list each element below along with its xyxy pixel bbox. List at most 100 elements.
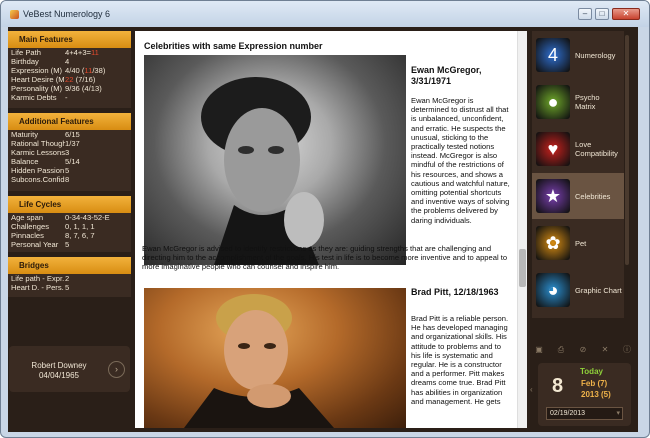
chevron-down-icon[interactable]: ▾	[616, 408, 620, 419]
feature-row: Balance 5/14	[8, 157, 131, 166]
feature-row: Karmic Debts -	[8, 93, 131, 102]
feature-label: Maturity	[11, 130, 39, 139]
feature-value: 5	[65, 166, 69, 175]
bottom-toolbar: ▣ ⎙ ⊘ ✕ ⓘ	[532, 342, 632, 358]
numerology-icon: 4	[536, 38, 570, 72]
nav-item-love-compatibility[interactable]: ♥ Love Compatibility	[532, 126, 624, 172]
celebrity-name: Brad Pitt, 12/18/1963	[411, 287, 499, 297]
feature-row: Subcons.Confid. 8	[8, 175, 131, 184]
nav-item-label: Numerology	[575, 50, 616, 60]
today-panel: ‹ Today 8 Feb (7) 2013 (5) 02/19/2013 ▾	[530, 363, 631, 426]
nav-scrollbar[interactable]	[624, 31, 630, 318]
feature-value: 4+4+3=11	[65, 48, 99, 57]
feature-label: Karmic Lessons	[11, 148, 65, 157]
feature-value-part: 4/40 (	[65, 66, 85, 75]
feature-row: Age span 0-34-43-52-E	[8, 213, 131, 222]
main-features-list: Life Path 4+4+3=11 Birthday 4 Expression (M)…	[8, 48, 131, 102]
today-day: 8	[552, 375, 564, 397]
feature-row: Challenges 0, 1, 1, 1	[8, 222, 131, 231]
feature-row: Karmic Lessons 3	[8, 148, 131, 157]
feature-row: Personality (M) 9/36 (4/13)	[8, 84, 131, 93]
feature-value-part: -	[65, 93, 68, 102]
feature-row: Pinnacles 8, 7, 6, 7	[8, 231, 131, 240]
feature-value-part: 8, 7, 6, 7	[65, 231, 95, 240]
feature-value: -	[65, 93, 68, 102]
additional-features-panel: Additional Features Maturity 6/15 Rational…	[8, 113, 131, 191]
date-value: 02/19/2013	[550, 410, 586, 417]
feature-label: Balance	[11, 157, 39, 166]
feature-label: Subcons.Confid.	[11, 175, 65, 184]
feature-value-part: 5	[65, 283, 70, 292]
nav-item-pet[interactable]: ✿ Pet	[532, 220, 624, 266]
right-nav: 4 Numerology ● Psycho Matrix ♥ Love Compatibi…	[532, 31, 624, 318]
window-title: VeBest Numerology 6	[23, 9, 111, 19]
feature-value-part: 6/15	[65, 130, 80, 139]
feature-value-part: 5/14	[65, 157, 80, 166]
minimize-button[interactable]: –	[578, 8, 592, 20]
person-name: Robert Downey	[31, 361, 87, 370]
content-scrollbar[interactable]	[517, 31, 527, 428]
feature-value-part: 1/37	[65, 139, 80, 148]
feature-label: Rational Thought	[11, 139, 65, 148]
maximize-button[interactable]: □	[595, 8, 609, 20]
nav-item-celebrities[interactable]: ★ Celebrities	[532, 173, 624, 219]
life-cycles-panel: Life Cycles Age span 0-34-43-52-E Challeng…	[8, 196, 131, 252]
date-picker[interactable]: 02/19/2013 ▾	[546, 407, 623, 420]
save-icon[interactable]: ▣	[534, 345, 544, 355]
nav-scrollbar-thumb[interactable]	[625, 35, 629, 265]
feature-value: 22 (7/16)	[65, 75, 95, 84]
feature-value: 2	[65, 274, 69, 283]
feature-value: 5	[65, 283, 69, 292]
feature-value: 8	[65, 175, 69, 184]
nav-item-label: Love Compatibility	[575, 140, 618, 158]
close-button[interactable]: ✕	[612, 8, 640, 20]
feature-value: 5	[65, 240, 69, 249]
person-card[interactable]: Robert Downey 04/04/1965 ›	[9, 346, 130, 392]
feature-value-part: 9/36 (4/13)	[65, 84, 102, 93]
celebrity-photo-ewan-mcgregor	[144, 55, 406, 265]
celebrity-bio-continued: Ewan McGregor is advised to identify res…	[142, 244, 508, 272]
celebrity-photo-brad-pitt	[144, 288, 406, 428]
panel-title: Additional Features	[8, 113, 131, 130]
feature-label: Heart D. - Pers.	[11, 283, 64, 292]
celebrity-bio: Ewan McGregor is determined to distrust …	[411, 96, 510, 225]
graphic-chart-icon: ◕	[536, 273, 570, 307]
content-scrollbar-thumb[interactable]	[519, 249, 526, 287]
person-birthdate: 04/04/1965	[38, 371, 80, 380]
app-window: VeBest Numerology 6 – □ ✕ Main Features …	[0, 0, 650, 438]
nav-item-graphic-chart[interactable]: ◕ Graphic Chart	[532, 267, 624, 313]
master-number-value: 11	[90, 48, 99, 57]
feature-value: 1/37	[65, 139, 80, 148]
nav-item-numerology[interactable]: 4 Numerology	[532, 32, 624, 78]
block-icon[interactable]: ⊘	[578, 345, 588, 355]
nav-item-psycho-matrix[interactable]: ● Psycho Matrix	[532, 79, 624, 125]
nav-item-label: Psycho Matrix	[575, 93, 600, 111]
today-year: 2013 (5)	[581, 390, 611, 399]
feature-row: Hidden Passion 5	[8, 166, 131, 175]
person-select-button[interactable]: ›	[108, 361, 125, 378]
feature-row: Birthday 4	[8, 57, 131, 66]
feature-value: 3	[65, 148, 69, 157]
feature-label: Age span	[11, 213, 44, 222]
feature-label: Life Path	[11, 48, 41, 57]
feature-value-part: 0-34-43-52-E	[65, 213, 110, 222]
info-icon[interactable]: ⓘ	[622, 345, 632, 355]
life-cycles-list: Age span 0-34-43-52-E Challenges 0, 1, 1, 1…	[8, 213, 131, 249]
feature-label: Pinnacles	[11, 231, 44, 240]
feature-label: Challenges	[11, 222, 49, 231]
print-icon[interactable]: ⎙	[556, 345, 566, 355]
feature-value-part: 4+4+3=	[65, 48, 91, 57]
today-label: Today	[580, 367, 603, 376]
feature-row: Life path - Expr. 2	[8, 274, 131, 283]
feature-value-part: 0, 1, 1, 1	[65, 222, 95, 231]
feature-value-part: 3	[65, 148, 70, 157]
feature-row: Expression (M) 4/40 (11/38)	[8, 66, 131, 75]
feature-value-part: 5	[65, 240, 70, 249]
previous-date-button[interactable]: ‹	[530, 385, 533, 394]
feature-value-part: 4	[65, 57, 70, 66]
feature-label: Personality (M)	[11, 84, 63, 93]
panel-title: Main Features	[8, 31, 131, 48]
tools-icon[interactable]: ✕	[600, 345, 610, 355]
feature-value: 8, 7, 6, 7	[65, 231, 95, 240]
bridges-list: Life path - Expr. 2 Heart D. - Pers. 5	[8, 274, 131, 292]
